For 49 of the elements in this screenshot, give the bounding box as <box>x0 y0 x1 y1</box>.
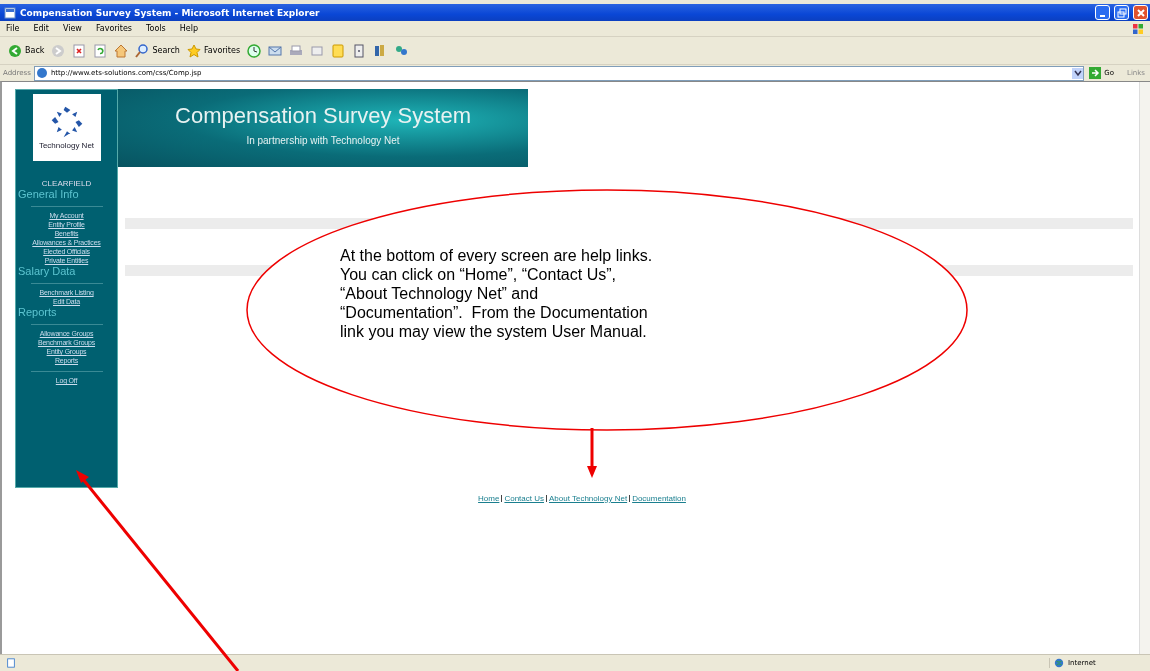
menu-item[interactable]: Tools <box>146 24 166 33</box>
clock-icon[interactable] <box>247 43 262 58</box>
callout-arrow <box>587 428 597 478</box>
globe-icon <box>1054 658 1064 668</box>
callout-text: At the bottom of every screen are help links. You can click on “Home”, “Contact Us”, “About Technology Net” and “Documentation”. From the Documentation link you may view the system User Manual. <box>340 246 653 341</box>
menu-item[interactable]: Favorites <box>95 24 132 33</box>
menu-item[interactable]: Edit <box>33 24 49 33</box>
footer-link[interactable]: About Technology Net <box>549 494 628 503</box>
search-icon <box>135 43 150 58</box>
logo-icon <box>49 105 84 139</box>
menu-item[interactable]: File <box>6 24 20 33</box>
refresh-icon[interactable] <box>93 43 108 58</box>
favorites-button[interactable]: Favorites <box>186 43 241 58</box>
footer-link[interactable]: Home <box>478 494 500 503</box>
section-heading: Reports <box>18 306 57 318</box>
window-title: Compensation Survey System - Microsoft Internet Explorer <box>20 7 320 18</box>
menu-item[interactable]: View <box>62 24 82 33</box>
go-arrow-icon <box>1089 67 1102 79</box>
star-icon <box>186 43 201 58</box>
home-icon[interactable] <box>114 43 129 58</box>
banner-title: Compensation Survey System <box>175 103 471 129</box>
forward-icon[interactable] <box>51 43 66 58</box>
globe-icon <box>35 67 48 79</box>
dropdown-icon[interactable] <box>1073 69 1082 77</box>
minimize-button[interactable] <box>1095 5 1110 20</box>
people-icon[interactable] <box>394 43 409 58</box>
entity-name: CLEARFIELD <box>41 179 92 188</box>
document-icon[interactable] <box>310 43 325 58</box>
mail-icon[interactable] <box>268 43 283 58</box>
page-icon <box>6 658 16 668</box>
restore-button[interactable] <box>1114 5 1129 20</box>
page-icon <box>4 6 16 19</box>
close-button[interactable] <box>1133 5 1148 20</box>
logo-caption: Technology Net <box>38 141 95 150</box>
close-icon <box>1135 7 1146 18</box>
footer-link[interactable]: Contact Us <box>504 494 544 503</box>
section-heading: General Info <box>18 188 79 200</box>
search-button[interactable]: Search <box>135 43 180 58</box>
windows-flag-icon <box>1132 22 1144 35</box>
minimize-icon <box>1100 14 1105 17</box>
stop-icon[interactable] <box>72 43 87 58</box>
printer-icon[interactable] <box>289 43 304 58</box>
banner-subtitle: In partnership with Technology Net <box>246 135 400 146</box>
section-heading: Salary Data <box>18 265 76 277</box>
device-icon[interactable] <box>352 43 367 58</box>
footer-link[interactable]: Documentation <box>632 494 686 503</box>
back-button[interactable]: Back <box>8 43 45 58</box>
menu-item[interactable]: Help <box>179 24 198 33</box>
restore-icon <box>1116 7 1127 18</box>
